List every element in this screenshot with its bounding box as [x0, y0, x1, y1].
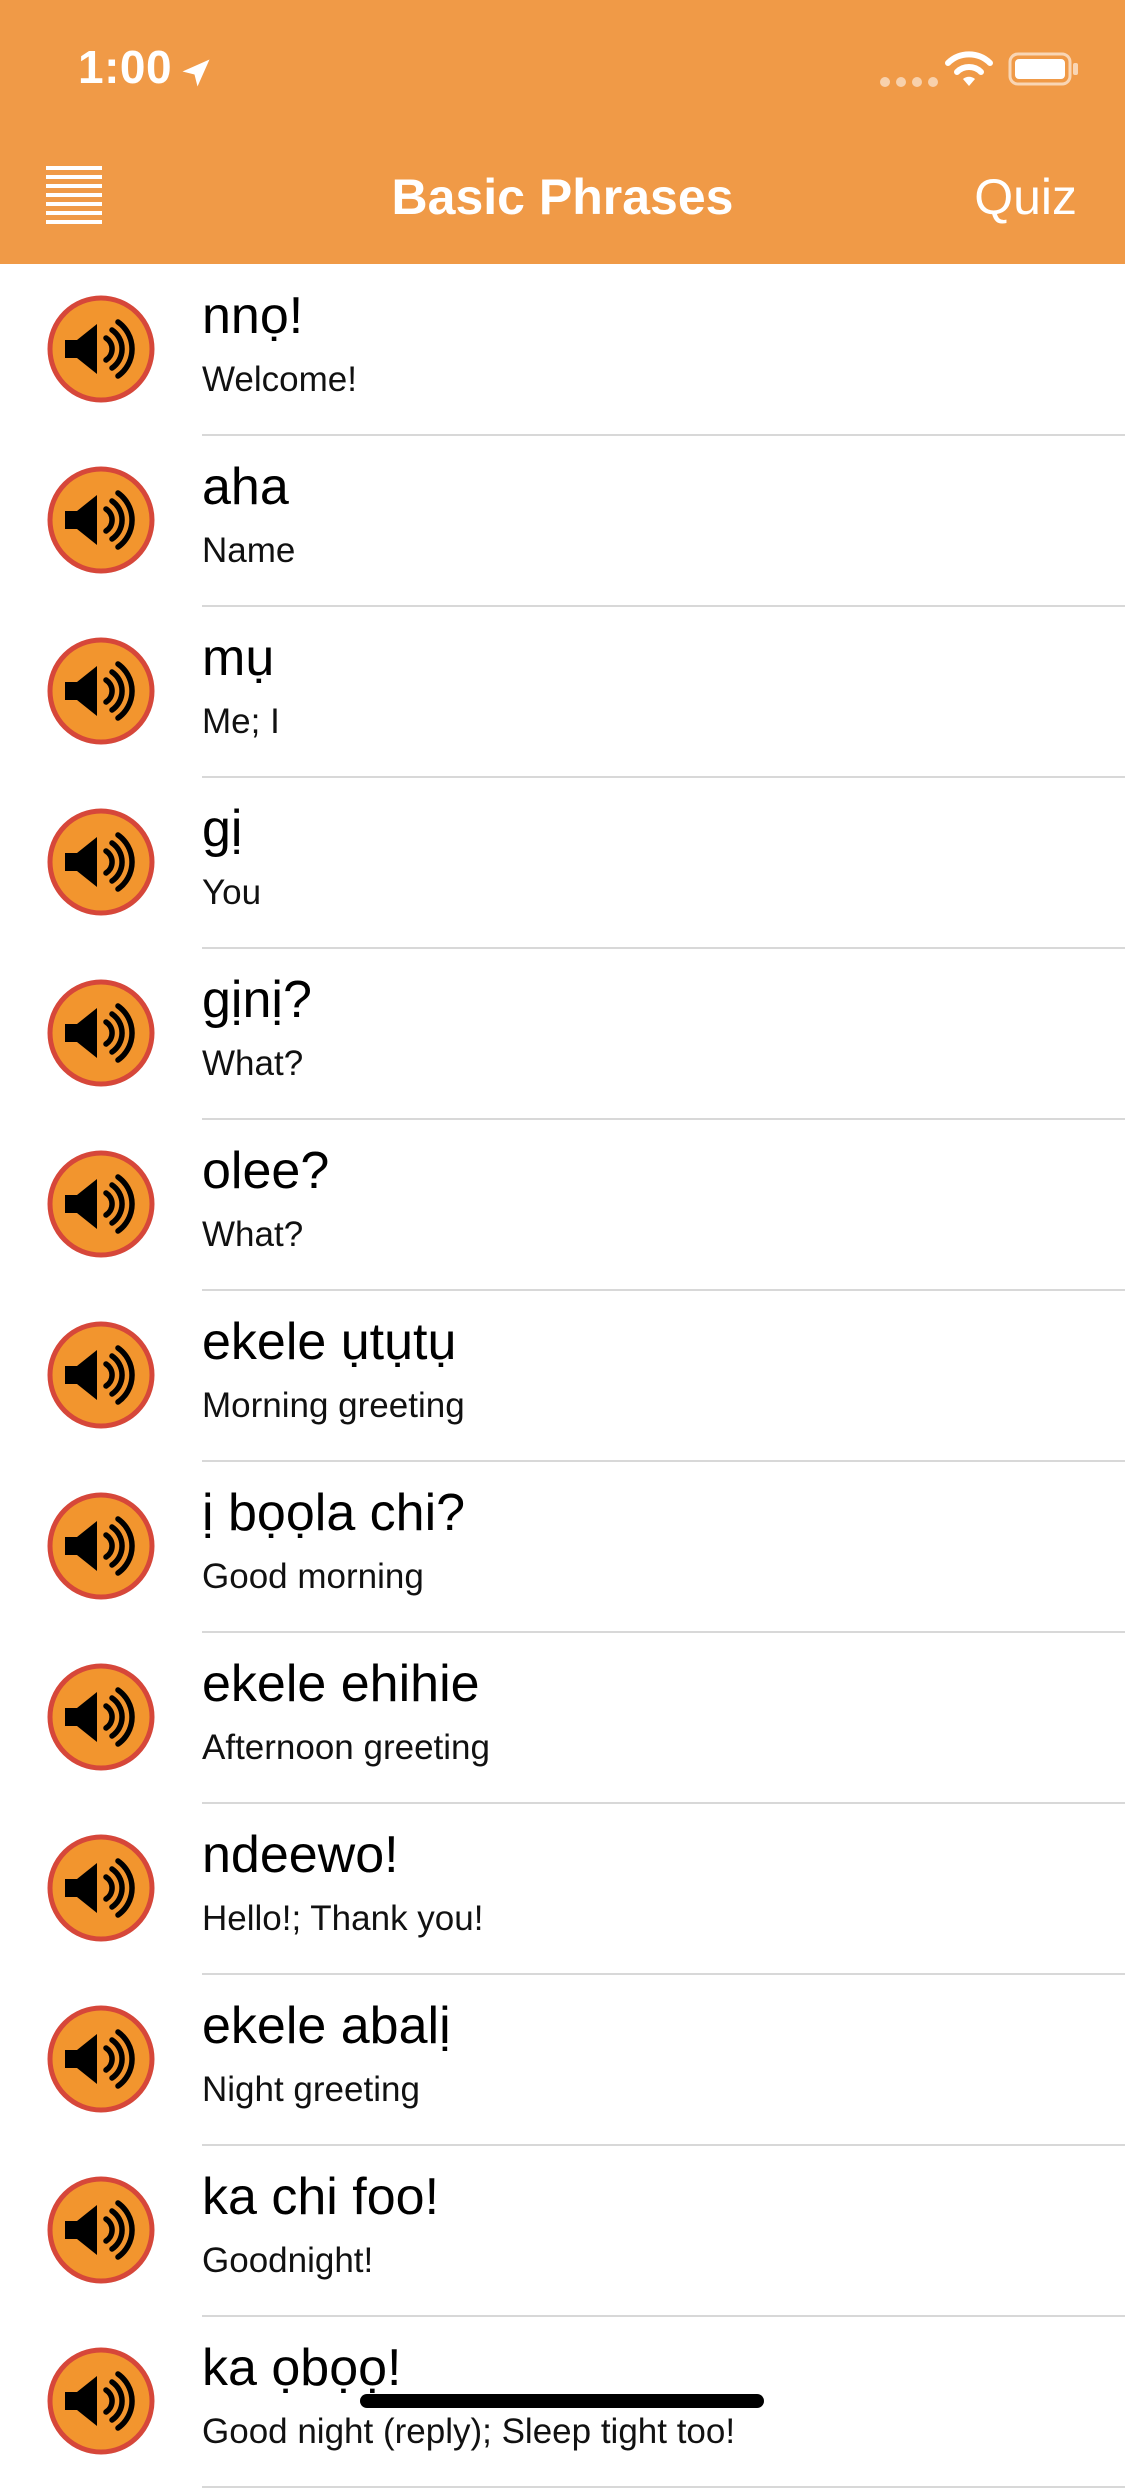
phrase-row[interactable]: nnọ! Welcome!: [0, 264, 1125, 436]
english-translation: Name: [202, 531, 296, 570]
phrase-list: nnọ! Welcome! aha Name mụ Me; I gị You g…: [0, 264, 1125, 2488]
english-translation: Goodnight!: [202, 2241, 374, 2280]
speaker-icon[interactable]: [46, 2346, 156, 2456]
speaker-icon[interactable]: [46, 1320, 156, 1430]
phrase-row[interactable]: ekele ehihie Afternoon greeting: [0, 1632, 1125, 1804]
phrase-row[interactable]: ekele abalị Night greeting: [0, 1974, 1125, 2146]
battery-icon: [1008, 52, 1078, 86]
status-time: 1:00: [78, 41, 173, 93]
phrase-row[interactable]: aha Name: [0, 435, 1125, 607]
english-translation: You: [202, 873, 262, 912]
phrase-text: ị bọọla chi? Good morning: [202, 1461, 1125, 1633]
phrase-text: ekele ụtụtụ Morning greeting: [202, 1290, 1125, 1462]
english-translation: Good night (reply); Sleep tight too!: [202, 2412, 736, 2451]
cellular-signal-icon: [880, 74, 944, 92]
igbo-phrase: aha: [202, 458, 289, 516]
igbo-phrase: ka chi foo!: [202, 2168, 440, 2226]
phrase-text: gị You: [202, 777, 1125, 949]
home-indicator: [360, 2394, 764, 2408]
igbo-phrase: ndeewo!: [202, 1826, 399, 1884]
location-arrow-icon: [182, 59, 210, 87]
phrase-text: ka chi foo! Goodnight!: [202, 2145, 1125, 2317]
phrase-text: nnọ! Welcome!: [202, 264, 1125, 436]
english-translation: What?: [202, 1044, 304, 1083]
igbo-phrase: gị: [202, 800, 243, 858]
phrase-row[interactable]: ndeewo! Hello!; Thank you!: [0, 1803, 1125, 1975]
igbo-phrase: ekele ụtụtụ: [202, 1313, 457, 1371]
speaker-icon[interactable]: [46, 978, 156, 1088]
igbo-phrase: ekele abalị: [202, 1997, 451, 2055]
phrase-text: mụ Me; I: [202, 606, 1125, 778]
igbo-phrase: olee?: [202, 1142, 330, 1200]
phrase-row[interactable]: mụ Me; I: [0, 606, 1125, 778]
page-title: Basic Phrases: [391, 169, 734, 225]
quiz-button[interactable]: Quiz: [974, 168, 1077, 226]
navigation-bar: 1:00 Basic Phrases Quiz: [0, 0, 1125, 264]
speaker-icon[interactable]: [46, 2175, 156, 2285]
phrase-row[interactable]: olee? What?: [0, 1119, 1125, 1291]
phrase-row[interactable]: ekele ụtụtụ Morning greeting: [0, 1290, 1125, 1462]
speaker-icon[interactable]: [46, 1149, 156, 1259]
speaker-icon[interactable]: [46, 807, 156, 917]
speaker-icon[interactable]: [46, 294, 156, 404]
phrase-row[interactable]: gị You: [0, 777, 1125, 949]
igbo-phrase: gịnị?: [202, 971, 312, 1029]
igbo-phrase: ekele ehihie: [202, 1655, 480, 1713]
phrase-row[interactable]: ka chi foo! Goodnight!: [0, 2145, 1125, 2317]
wifi-icon: [945, 51, 993, 86]
english-translation: Welcome!: [202, 360, 357, 399]
speaker-icon[interactable]: [46, 2004, 156, 2114]
igbo-phrase: ị bọọla chi?: [202, 1484, 466, 1542]
speaker-icon[interactable]: [46, 1662, 156, 1772]
phrase-text: ekele abalị Night greeting: [202, 1974, 1125, 2146]
speaker-icon[interactable]: [46, 465, 156, 575]
phrase-text: ekele ehihie Afternoon greeting: [202, 1632, 1125, 1804]
igbo-phrase: nnọ!: [202, 287, 304, 345]
phrase-text: ndeewo! Hello!; Thank you!: [202, 1803, 1125, 1975]
menu-button[interactable]: [46, 166, 106, 230]
english-translation: Good morning: [202, 1557, 424, 1596]
english-translation: What?: [202, 1215, 304, 1254]
speaker-icon[interactable]: [46, 1833, 156, 1943]
english-translation: Afternoon greeting: [202, 1728, 490, 1767]
english-translation: Morning greeting: [202, 1386, 465, 1425]
english-translation: Me; I: [202, 702, 280, 741]
speaker-icon[interactable]: [46, 1491, 156, 1601]
english-translation: Hello!; Thank you!: [202, 1899, 484, 1938]
speaker-icon[interactable]: [46, 636, 156, 746]
igbo-phrase: ka ọbọọ!: [202, 2339, 402, 2397]
phrase-text: aha Name: [202, 435, 1125, 607]
phrase-text: olee? What?: [202, 1119, 1125, 1291]
phrase-row[interactable]: gịnị? What?: [0, 948, 1125, 1120]
english-translation: Night greeting: [202, 2070, 420, 2109]
phrase-row[interactable]: ị bọọla chi? Good morning: [0, 1461, 1125, 1633]
phrase-text: gịnị? What?: [202, 948, 1125, 1120]
igbo-phrase: mụ: [202, 629, 275, 687]
